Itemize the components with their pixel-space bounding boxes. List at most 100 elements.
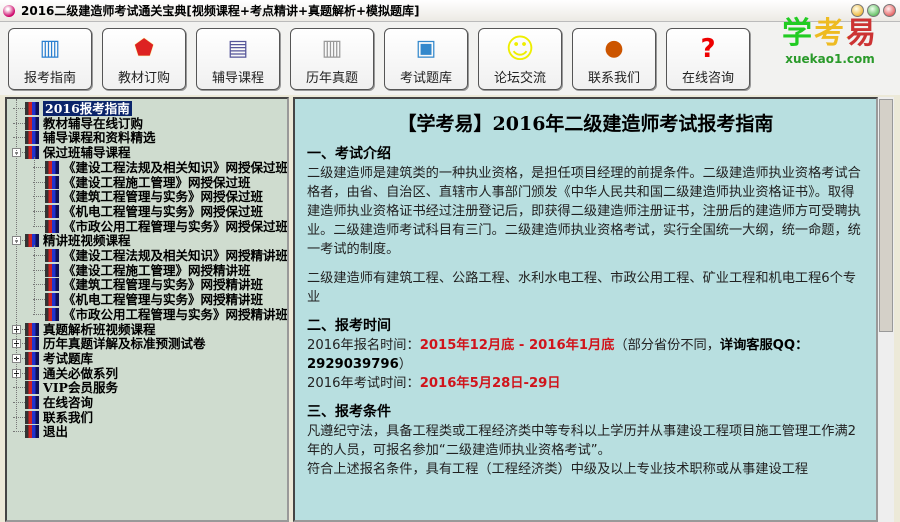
tree-item-label: 真题解析班视频课程 — [43, 321, 156, 337]
book-icon — [25, 146, 39, 160]
tree-item[interactable]: 《机电工程管理与实务》网授精讲班 — [45, 292, 263, 307]
tree-item[interactable]: 《建设工程法规及相关知识》网授精讲班 — [45, 248, 287, 263]
tree-item[interactable]: 精讲班视频课程 — [25, 233, 131, 248]
tree-item[interactable]: 辅导课程和资料精选 — [25, 130, 156, 145]
note: （部分省份不同， — [614, 338, 720, 353]
book-icon — [25, 337, 39, 351]
toolbar-button-4[interactable]: ▥ 历年真题 — [290, 28, 374, 90]
label: 2016年考试时间： — [307, 376, 420, 391]
toolbar-button-7[interactable]: ● 联系我们 — [572, 28, 656, 90]
toolbar-button-2[interactable]: ⬟ 教材订购 — [102, 28, 186, 90]
tree-connector — [13, 137, 25, 139]
tree-item[interactable]: 退出 — [25, 424, 68, 439]
toolbar-button-label: 论坛交流 — [493, 71, 546, 86]
tree-item-label: 《市政公用工程管理与实务》网授保过班 — [63, 218, 289, 234]
tree-item-label: 2016报考指南 — [43, 101, 132, 116]
vertical-scrollbar[interactable] — [878, 97, 894, 522]
tree-item[interactable]: 《建筑工程管理与实务》网授精讲班 — [45, 277, 263, 292]
tree-connector — [33, 225, 45, 227]
tree-item[interactable]: 通关必做系列 — [25, 366, 118, 381]
tree-item[interactable]: VIP会员服务 — [25, 380, 118, 395]
book-icon — [25, 396, 39, 409]
tree-item[interactable]: 《市政公用工程管理与实务》网授保过班 — [45, 218, 289, 234]
toolbar-button-label: 在线咨询 — [681, 71, 734, 86]
tree-item[interactable]: 联系我们 — [25, 410, 93, 425]
book-order-icon: ⬟ — [134, 36, 154, 61]
tree-connector — [13, 402, 25, 403]
book-icon — [25, 102, 39, 115]
app-icon — [3, 4, 15, 17]
tree-connector — [16, 99, 17, 429]
logo-cn: 学考易 — [775, 8, 885, 52]
tree-connector — [13, 122, 25, 124]
section-heading: 三、报考条件 — [307, 404, 391, 420]
toolbar-button-8[interactable]: ? 在线咨询 — [666, 28, 750, 90]
toolbar-button-3[interactable]: ▤ 辅导课程 — [196, 28, 280, 90]
tree-connector — [13, 431, 25, 433]
book-icon — [25, 425, 39, 439]
book-icon — [25, 410, 39, 424]
toolbar-button-5[interactable]: ▣ 考试题库 — [384, 28, 468, 90]
tree-item-label: 《建筑工程管理与实务》网授保过班 — [63, 189, 264, 205]
tree-item[interactable]: 《建设工程法规及相关知识》网授保过班 — [45, 159, 289, 175]
exam-value: 2016年5月28日-29日 — [419, 376, 561, 391]
tree-item[interactable]: 考试题库 — [25, 351, 93, 366]
tree-item-label: 《建筑工程管理与实务》网授精讲班 — [63, 277, 264, 293]
tree-item[interactable]: 《机电工程管理与实务》网授保过班 — [45, 204, 263, 219]
toolbar-button-6[interactable]: ☺ 论坛交流 — [478, 28, 562, 90]
tree-item-label: 教材辅导在线订购 — [43, 115, 144, 131]
logo-en: xuekao1.com — [785, 52, 875, 66]
guide-icon: ▥ — [39, 36, 61, 61]
course-icon: ▤ — [227, 36, 249, 61]
book-icon — [25, 234, 39, 248]
tree-item-label: 历年真题详解及标准预测试卷 — [43, 336, 206, 352]
tree-connector — [33, 313, 45, 315]
toolbar-button-label: 教材订购 — [117, 71, 170, 86]
tree-item[interactable]: 《建设工程施工管理》网授精讲班 — [45, 263, 251, 278]
tree-item[interactable]: 《市政公用工程管理与实务》网授精讲班 — [45, 307, 287, 322]
book-icon — [25, 351, 39, 365]
tree-item[interactable]: 教材辅导在线订购 — [25, 116, 143, 131]
contact-icon: ● — [604, 36, 624, 61]
tree-item-label: 精讲班视频课程 — [43, 233, 131, 249]
section-heading: 一、考试介绍 — [307, 146, 391, 162]
toolbar-button-1[interactable]: ▥ 报考指南 — [8, 28, 92, 90]
toolbar-button-label: 考试题库 — [399, 71, 452, 86]
book-icon — [45, 175, 59, 189]
tree-connector — [13, 416, 25, 418]
question-bank-icon: ▣ — [415, 36, 437, 61]
tree-item-label: 《建设工程法规及相关知识》网授保过班 — [63, 159, 289, 175]
tree-item-label: 通关必做系列 — [43, 365, 119, 381]
tree-item[interactable]: 在线咨询 — [25, 395, 93, 410]
toolbar-button-label: 辅导课程 — [211, 71, 264, 86]
question-icon: ? — [700, 34, 716, 64]
book-icon — [45, 219, 59, 233]
tree-item-label: 《机电工程管理与实务》网授保过班 — [63, 203, 264, 219]
past-papers-icon: ▥ — [321, 36, 343, 61]
toolbar-button-label: 历年真题 — [305, 71, 358, 86]
book-icon — [45, 278, 59, 292]
tree-item[interactable]: 保过班辅导课程 — [25, 145, 131, 160]
tree-item-label: 辅导课程和资料精选 — [43, 130, 156, 146]
book-icon — [45, 293, 59, 307]
tree-item-label: VIP会员服务 — [43, 380, 118, 396]
title-bar: 2016二级建造师考试通关宝典[视频课程+考点精讲+真题解析+模拟题库] — [0, 0, 900, 22]
section-heading: 二、报考时间 — [307, 318, 391, 334]
exam-time: 2016年考试时间：2016年5月28日-29日 — [307, 374, 864, 393]
tree-connector — [13, 387, 25, 389]
navigation-tree[interactable]: 2016报考指南 教材辅导在线订购 辅导课程和资料精选 保过班辅导课程 - 《建设工程法规… — [5, 97, 289, 522]
tree-item-label: 《机电工程管理与实务》网授精讲班 — [63, 292, 264, 308]
paragraph: 二级建造师是建筑类的一种执业资格，是担任项目经理的前提条件。二级建造师执业资格考… — [307, 166, 861, 257]
tree-item[interactable]: 2016报考指南 — [25, 101, 132, 116]
toolbar-button-label: 报考指南 — [23, 71, 76, 86]
tree-item[interactable]: 历年真题详解及标准预测试卷 — [25, 336, 206, 351]
tree-item[interactable]: 《建筑工程管理与实务》网授保过班 — [45, 189, 263, 204]
tree-connector — [34, 157, 35, 225]
tree-item-label: 《建设工程施工管理》网授保过班 — [63, 174, 251, 190]
tree-item-label: 考试题库 — [43, 350, 94, 366]
tree-item-label: 退出 — [43, 424, 69, 440]
tree-item[interactable]: 真题解析班视频课程 — [25, 322, 156, 337]
tree-item[interactable]: 《建设工程施工管理》网授保过班 — [45, 175, 251, 190]
label: 2016年报名时间： — [307, 338, 420, 353]
scrollbar-thumb[interactable] — [879, 99, 893, 332]
